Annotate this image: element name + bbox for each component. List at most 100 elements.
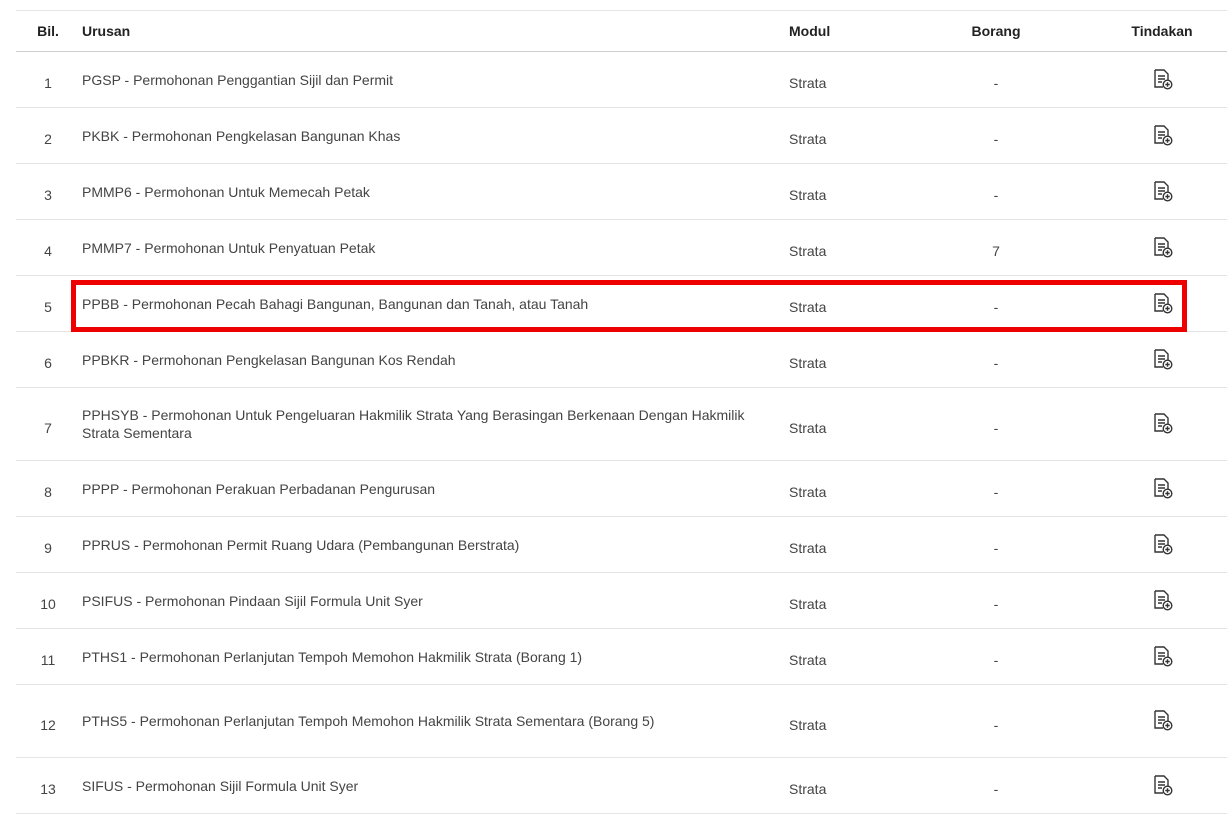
document-add-icon[interactable] (1150, 588, 1174, 612)
document-add-icon[interactable] (1150, 235, 1174, 259)
row-urusan: PPRUS - Permohonan Permit Ruang Udara (P… (80, 516, 783, 573)
row-modul: Strata (783, 275, 895, 332)
row-borang: - (895, 163, 1097, 220)
row-tindakan (1097, 219, 1227, 276)
row-borang: - (895, 387, 1097, 461)
page: Bil. Urusan Modul Borang Tindakan 1 PGSP … (0, 0, 1227, 814)
table-row: 6 PPBKR - Permohonan Pengkelasan Bangunan… (16, 331, 1227, 388)
row-urusan: SIFUS - Permohonan Sijil Formula Unit Sy… (80, 757, 783, 814)
row-borang: - (895, 684, 1097, 758)
header-borang: Borang (895, 10, 1097, 52)
header-urusan: Urusan (80, 10, 783, 52)
row-tindakan (1097, 163, 1227, 220)
row-borang: - (895, 572, 1097, 629)
table-header-row: Bil. Urusan Modul Borang Tindakan (16, 10, 1227, 52)
row-bil: 11 (16, 628, 80, 685)
row-modul: Strata (783, 757, 895, 814)
document-add-icon[interactable] (1150, 708, 1174, 732)
row-bil: 6 (16, 331, 80, 388)
table-row: 7 PPHSYB - Permohonan Untuk Pengeluaran H… (16, 387, 1227, 461)
row-urusan: PGSP - Permohonan Penggantian Sijil dan … (80, 51, 783, 108)
row-bil: 4 (16, 219, 80, 276)
document-add-icon[interactable] (1150, 179, 1174, 203)
table-row: 1 PGSP - Permohonan Penggantian Sijil dan… (16, 51, 1227, 108)
row-tindakan (1097, 51, 1227, 108)
row-tindakan (1097, 572, 1227, 629)
row-modul: Strata (783, 107, 895, 164)
table-row: 9 PPRUS - Permohonan Permit Ruang Udara (… (16, 516, 1227, 573)
table-row: 13 SIFUS - Permohonan Sijil Formula Unit … (16, 757, 1227, 814)
document-add-icon[interactable] (1150, 476, 1174, 500)
row-borang: - (895, 757, 1097, 814)
table-row: 4 PMMP7 - Permohonan Untuk Penyatuan Peta… (16, 219, 1227, 276)
table-row: 10 PSIFUS - Permohonan Pindaan Sijil Form… (16, 572, 1227, 629)
row-modul: Strata (783, 684, 895, 758)
row-tindakan (1097, 628, 1227, 685)
row-urusan: PPBB - Permohonan Pecah Bahagi Bangunan,… (80, 275, 783, 332)
table-row: 11 PTHS1 - Permohonan Perlanjutan Tempoh … (16, 628, 1227, 685)
row-urusan: PKBK - Permohonan Pengkelasan Bangunan K… (80, 107, 783, 164)
row-modul: Strata (783, 572, 895, 629)
row-urusan: PPPP - Permohonan Perakuan Perbadanan Pe… (80, 460, 783, 517)
table-body: 1 PGSP - Permohonan Penggantian Sijil dan… (16, 51, 1227, 814)
row-urusan: PPBKR - Permohonan Pengkelasan Bangunan … (80, 331, 783, 388)
row-modul: Strata (783, 628, 895, 685)
row-borang: 7 (895, 219, 1097, 276)
row-tindakan (1097, 387, 1227, 461)
row-tindakan (1097, 684, 1227, 758)
row-tindakan (1097, 757, 1227, 814)
document-add-icon[interactable] (1150, 347, 1174, 371)
urusan-table: Bil. Urusan Modul Borang Tindakan 1 PGSP … (16, 10, 1227, 814)
row-bil: 7 (16, 387, 80, 461)
row-bil: 13 (16, 757, 80, 814)
document-add-icon[interactable] (1150, 532, 1174, 556)
row-bil: 8 (16, 460, 80, 517)
document-add-icon[interactable] (1150, 773, 1174, 797)
row-borang: - (895, 460, 1097, 517)
row-urusan: PPHSYB - Permohonan Untuk Pengeluaran Ha… (80, 387, 783, 461)
row-borang: - (895, 516, 1097, 573)
row-modul: Strata (783, 163, 895, 220)
row-modul: Strata (783, 51, 895, 108)
document-add-icon[interactable] (1150, 291, 1174, 315)
row-tindakan (1097, 331, 1227, 388)
row-tindakan (1097, 460, 1227, 517)
row-borang: - (895, 628, 1097, 685)
row-urusan: PMMP6 - Permohonan Untuk Memecah Petak (80, 163, 783, 220)
row-bil: 10 (16, 572, 80, 629)
table-row: 5 PPBB - Permohonan Pecah Bahagi Bangunan… (16, 275, 1227, 332)
row-modul: Strata (783, 460, 895, 517)
row-borang: - (895, 51, 1097, 108)
row-modul: Strata (783, 387, 895, 461)
row-tindakan (1097, 275, 1227, 332)
document-add-icon[interactable] (1150, 411, 1174, 435)
header-bil: Bil. (16, 10, 80, 52)
table-row: 12 PTHS5 - Permohonan Perlanjutan Tempoh … (16, 684, 1227, 758)
row-tindakan (1097, 107, 1227, 164)
row-bil: 3 (16, 163, 80, 220)
table-row: 3 PMMP6 - Permohonan Untuk Memecah Petak S… (16, 163, 1227, 220)
row-urusan: PTHS1 - Permohonan Perlanjutan Tempoh Me… (80, 628, 783, 685)
table-row: 2 PKBK - Permohonan Pengkelasan Bangunan … (16, 107, 1227, 164)
document-add-icon[interactable] (1150, 67, 1174, 91)
row-borang: - (895, 331, 1097, 388)
row-urusan: PSIFUS - Permohonan Pindaan Sijil Formul… (80, 572, 783, 629)
header-tindakan: Tindakan (1097, 10, 1227, 52)
document-add-icon[interactable] (1150, 123, 1174, 147)
row-bil: 12 (16, 684, 80, 758)
row-borang: - (895, 275, 1097, 332)
row-tindakan (1097, 516, 1227, 573)
header-modul: Modul (783, 10, 895, 52)
row-modul: Strata (783, 219, 895, 276)
row-bil: 2 (16, 107, 80, 164)
row-modul: Strata (783, 516, 895, 573)
document-add-icon[interactable] (1150, 644, 1174, 668)
row-modul: Strata (783, 331, 895, 388)
row-bil: 5 (16, 275, 80, 332)
row-urusan: PMMP7 - Permohonan Untuk Penyatuan Petak (80, 219, 783, 276)
row-borang: - (895, 107, 1097, 164)
row-urusan: PTHS5 - Permohonan Perlanjutan Tempoh Me… (80, 684, 783, 758)
row-bil: 1 (16, 51, 80, 108)
table-row: 8 PPPP - Permohonan Perakuan Perbadanan P… (16, 460, 1227, 517)
row-bil: 9 (16, 516, 80, 573)
